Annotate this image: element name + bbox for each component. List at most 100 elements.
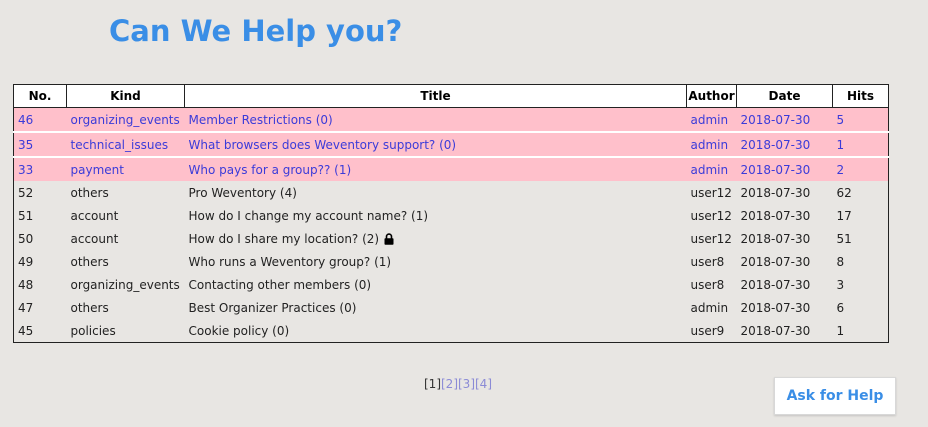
post-author: user8 — [690, 254, 725, 269]
post-date-cell: 2018-07-30 — [736, 156, 833, 181]
post-date-cell: 2018-07-30 — [737, 227, 833, 250]
post-kind-cell: policies — [67, 319, 185, 343]
post-date: 2018-07-30 — [740, 208, 811, 223]
post-date: 2018-07-30 — [740, 162, 811, 177]
post-number-cell: 45 — [14, 319, 67, 343]
post-hits-cell: 2 — [832, 156, 889, 181]
post-date-cell: 2018-07-30 — [736, 131, 833, 157]
post-author: user8 — [690, 277, 725, 292]
post-title-link[interactable]: How do I share my location? (2) — [189, 232, 380, 246]
post-hits-cell: 62 — [833, 181, 889, 204]
post-number-cell: 50 — [14, 227, 67, 250]
post-hits-cell: 1 — [832, 131, 889, 157]
post-title-link-cell[interactable]: Best Organizer Practices (0) — [185, 296, 687, 319]
post-author-cell: user9 — [687, 319, 737, 343]
post-kind-cell: account — [67, 204, 185, 227]
page-link-4[interactable]: [4] — [475, 377, 492, 391]
post-hits-cell: 1 — [833, 319, 889, 343]
post-kind: payment — [70, 162, 124, 177]
post-title-link[interactable]: Cookie policy (0) — [189, 324, 290, 338]
pagination: [1][2][3][4] — [424, 377, 492, 391]
post-title-link[interactable]: Member Restrictions (0) — [189, 113, 333, 127]
post-hits-cell: 6 — [833, 296, 889, 319]
post-title-link-cell[interactable]: Pro Weventory (4) — [185, 181, 687, 204]
post-date: 2018-07-30 — [740, 277, 811, 292]
post-number: 46 — [18, 112, 34, 127]
post-title-link-cell[interactable]: Cookie policy (0) — [185, 319, 687, 343]
post-hits: 6 — [836, 300, 845, 315]
pinned-table-row[interactable]: 46 organizing_events Member Restrictions (… — [13, 107, 889, 132]
post-author-cell: admin — [686, 107, 737, 132]
post-hits-cell: 8 — [833, 250, 889, 273]
post-date-cell: 2018-07-30 — [737, 319, 833, 343]
post-number: 47 — [18, 300, 34, 315]
post-author: admin — [690, 137, 729, 152]
post-author: user9 — [690, 323, 725, 338]
post-author: user12 — [690, 231, 732, 246]
post-hits: 1 — [836, 323, 845, 338]
post-title-link[interactable]: How do I change my account name? (1) — [189, 209, 429, 223]
table-row[interactable]: 48 organizing_events Contacting other memb… — [14, 273, 889, 296]
page-link-2[interactable]: [2] — [441, 377, 458, 391]
table-row[interactable]: 49 others Who runs a Weventory group? (1) u… — [14, 250, 889, 273]
post-number: 45 — [18, 323, 34, 338]
post-date-cell: 2018-07-30 — [737, 296, 833, 319]
post-number-cell: 46 — [13, 107, 67, 132]
post-author-cell: user12 — [687, 227, 737, 250]
post-title-link-cell[interactable]: Contacting other members (0) — [185, 273, 687, 296]
post-hits-cell: 51 — [833, 227, 889, 250]
post-author-cell: user8 — [687, 250, 737, 273]
page-current: [1] — [424, 377, 441, 391]
post-kind: account — [70, 208, 119, 223]
post-kind: organizing_events — [70, 277, 180, 292]
post-title-link-cell[interactable]: How do I share my location? (2) — [185, 227, 687, 250]
post-kind: others — [70, 185, 109, 200]
post-author-cell: admin — [687, 296, 737, 319]
pinned-table-row[interactable]: 35 technical_issues What browsers does Wev… — [13, 131, 889, 157]
post-date-cell: 2018-07-30 — [737, 273, 833, 296]
post-number-cell: 35 — [13, 131, 67, 157]
post-kind: policies — [70, 323, 116, 338]
pinned-table-row[interactable]: 33 payment Who pays for a group?? (1) admin… — [13, 156, 889, 181]
post-title-link-cell[interactable]: Who runs a Weventory group? (1) — [185, 250, 687, 273]
post-kind: others — [70, 300, 109, 315]
post-date: 2018-07-30 — [740, 137, 811, 152]
table-row[interactable]: 51 account How do I change my account name… — [14, 204, 889, 227]
table-row[interactable]: 50 account How do I share my location? (2)… — [14, 227, 889, 250]
post-title-link[interactable]: Pro Weventory (4) — [189, 186, 297, 200]
post-hits: 17 — [836, 208, 852, 223]
post-author: user12 — [690, 185, 732, 200]
ask-for-help-button[interactable]: Ask for Help — [774, 377, 896, 415]
header-date: Date — [736, 84, 833, 108]
post-hits-cell: 5 — [832, 107, 889, 132]
post-kind-cell: others — [67, 296, 185, 319]
page-link-3[interactable]: [3] — [458, 377, 475, 391]
post-date: 2018-07-30 — [740, 254, 811, 269]
post-date: 2018-07-30 — [740, 231, 811, 246]
post-title-link-cell[interactable]: Who pays for a group?? (1) — [184, 156, 687, 181]
post-title-link[interactable]: Who runs a Weventory group? (1) — [189, 255, 392, 269]
post-title-link-cell[interactable]: What browsers does Weventory support? (0… — [184, 131, 687, 157]
post-kind-cell: organizing_events — [67, 273, 185, 296]
table-row[interactable]: 45 policies Cookie policy (0) user9 2018-07-… — [14, 319, 889, 343]
post-hits: 8 — [836, 254, 845, 269]
header-no: No. — [13, 84, 67, 108]
table-row[interactable]: 52 others Pro Weventory (4) user12 2018-07-3… — [14, 181, 889, 204]
post-title-link-cell[interactable]: Member Restrictions (0) — [184, 107, 687, 132]
table-row[interactable]: 47 others Best Organizer Practices (0) admi… — [14, 296, 889, 319]
post-author-cell: user8 — [687, 273, 737, 296]
post-number-cell: 52 — [14, 181, 67, 204]
help-board-table: No. Kind Title Author Date Hits 46 organi… — [13, 84, 889, 343]
post-hits: 1 — [836, 137, 845, 152]
post-hits-cell: 17 — [833, 204, 889, 227]
post-number-cell: 48 — [14, 273, 67, 296]
post-hits: 51 — [836, 231, 852, 246]
post-kind-cell: technical_issues — [66, 131, 185, 157]
post-title-link-cell[interactable]: How do I change my account name? (1) — [185, 204, 687, 227]
post-title-link[interactable]: Who pays for a group?? (1) — [189, 163, 352, 177]
post-title-link[interactable]: What browsers does Weventory support? (0… — [189, 138, 457, 152]
post-author: admin — [690, 162, 729, 177]
header-kind: Kind — [66, 84, 185, 108]
post-title-link[interactable]: Contacting other members (0) — [189, 278, 372, 292]
post-title-link[interactable]: Best Organizer Practices (0) — [189, 301, 357, 315]
